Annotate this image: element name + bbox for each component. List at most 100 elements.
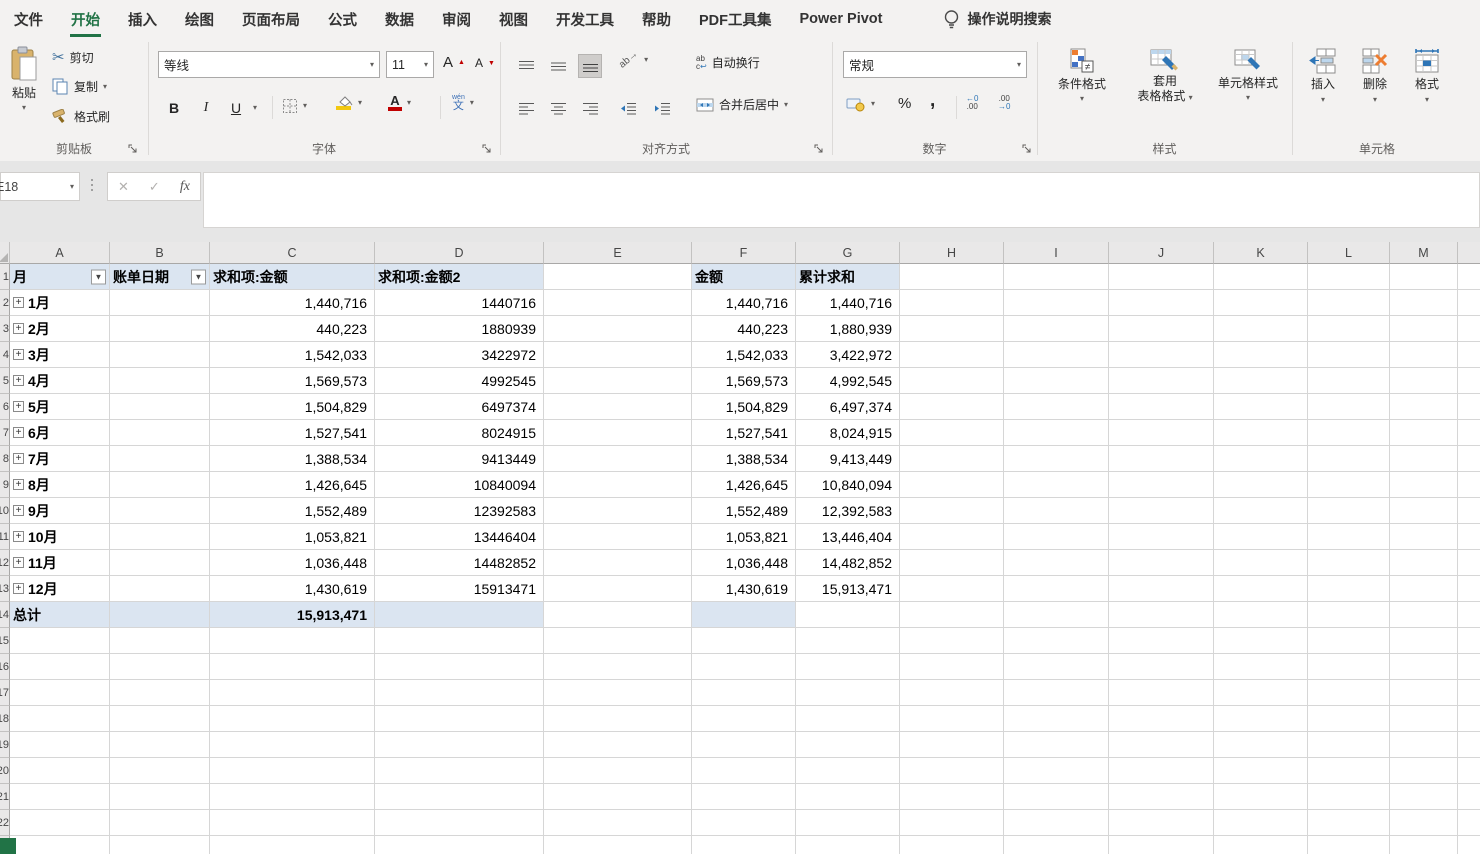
- expand-plus-icon[interactable]: +: [13, 531, 24, 542]
- cell-D8[interactable]: 9413449: [375, 446, 544, 472]
- row-header-6[interactable]: 6: [0, 394, 10, 420]
- cell-M22[interactable]: [1390, 810, 1458, 836]
- expand-plus-icon[interactable]: +: [13, 401, 24, 412]
- cell-E9[interactable]: [544, 472, 692, 498]
- cell-K18[interactable]: [1214, 706, 1308, 732]
- cell-B23[interactable]: [110, 836, 210, 854]
- cell-H12[interactable]: [900, 550, 1004, 576]
- cell-E13[interactable]: [544, 576, 692, 602]
- increase-font-button[interactable]: A▲: [443, 54, 465, 71]
- cell-M13[interactable]: [1390, 576, 1458, 602]
- cell-K19[interactable]: [1214, 732, 1308, 758]
- expand-plus-icon[interactable]: +: [13, 453, 24, 464]
- cell-L13[interactable]: [1308, 576, 1390, 602]
- cell-L14[interactable]: [1308, 602, 1390, 628]
- cell-D12[interactable]: 14482852: [375, 550, 544, 576]
- cell-D6[interactable]: 6497374: [375, 394, 544, 420]
- cell-L16[interactable]: [1308, 654, 1390, 680]
- cell-L8[interactable]: [1308, 446, 1390, 472]
- cell-A18[interactable]: [10, 706, 110, 732]
- cell-D14[interactable]: [375, 602, 544, 628]
- cell-H6[interactable]: [900, 394, 1004, 420]
- cell-C21[interactable]: [210, 784, 375, 810]
- cell-J15[interactable]: [1109, 628, 1214, 654]
- cell-F13[interactable]: 1,430,619: [692, 576, 796, 602]
- cell-D2[interactable]: 1440716: [375, 290, 544, 316]
- cell-G6[interactable]: 6,497,374: [796, 394, 900, 420]
- row-header-8[interactable]: 8: [0, 446, 10, 472]
- cell-L9[interactable]: [1308, 472, 1390, 498]
- cell-K15[interactable]: [1214, 628, 1308, 654]
- cell-E5[interactable]: [544, 368, 692, 394]
- cell-L5[interactable]: [1308, 368, 1390, 394]
- align-middle-button[interactable]: [546, 54, 570, 78]
- cell-J11[interactable]: [1109, 524, 1214, 550]
- cell-partial-20[interactable]: [1458, 758, 1480, 784]
- cell-L12[interactable]: [1308, 550, 1390, 576]
- accounting-format-button[interactable]: ▾: [846, 96, 875, 112]
- cell-partial-22[interactable]: [1458, 810, 1480, 836]
- increase-decimal-button[interactable]: ←0.00: [966, 95, 978, 111]
- cell-M16[interactable]: [1390, 654, 1458, 680]
- number-dialog-launcher-icon[interactable]: [1022, 144, 1032, 154]
- cell-L2[interactable]: [1308, 290, 1390, 316]
- column-header-K[interactable]: K: [1214, 242, 1308, 264]
- cell-C19[interactable]: [210, 732, 375, 758]
- cell-M9[interactable]: [1390, 472, 1458, 498]
- cell-D3[interactable]: 1880939: [375, 316, 544, 342]
- cell-partial-3[interactable]: [1458, 316, 1480, 342]
- row-header-11[interactable]: 11: [0, 524, 10, 550]
- cell-A23[interactable]: [10, 836, 110, 854]
- cell-L3[interactable]: [1308, 316, 1390, 342]
- cell-E18[interactable]: [544, 706, 692, 732]
- cell-H16[interactable]: [900, 654, 1004, 680]
- cell-I2[interactable]: [1004, 290, 1109, 316]
- cell-partial-18[interactable]: [1458, 706, 1480, 732]
- cell-J17[interactable]: [1109, 680, 1214, 706]
- cell-F22[interactable]: [692, 810, 796, 836]
- tell-me-search[interactable]: 操作说明搜索: [943, 0, 1052, 38]
- cell-A12[interactable]: +11月: [10, 550, 110, 576]
- cell-M8[interactable]: [1390, 446, 1458, 472]
- cell-L17[interactable]: [1308, 680, 1390, 706]
- cell-J21[interactable]: [1109, 784, 1214, 810]
- cell-B18[interactable]: [110, 706, 210, 732]
- cell-C11[interactable]: 1,053,821: [210, 524, 375, 550]
- cell-partial-14[interactable]: [1458, 602, 1480, 628]
- font-dialog-launcher-icon[interactable]: [482, 144, 492, 154]
- cell-G1[interactable]: 累计求和: [796, 264, 900, 290]
- cell-G7[interactable]: 8,024,915: [796, 420, 900, 446]
- cell-partial-12[interactable]: [1458, 550, 1480, 576]
- cell-A9[interactable]: +8月: [10, 472, 110, 498]
- column-header-B[interactable]: B: [110, 242, 210, 264]
- cell-M4[interactable]: [1390, 342, 1458, 368]
- cell-J5[interactable]: [1109, 368, 1214, 394]
- cell-E21[interactable]: [544, 784, 692, 810]
- cell-M3[interactable]: [1390, 316, 1458, 342]
- formula-bar-resize-handle[interactable]: [91, 179, 93, 191]
- font-color-button[interactable]: A ▾: [388, 94, 411, 111]
- cell-B5[interactable]: [110, 368, 210, 394]
- cell-J3[interactable]: [1109, 316, 1214, 342]
- cell-H10[interactable]: [900, 498, 1004, 524]
- cell-J23[interactable]: [1109, 836, 1214, 854]
- cell-M17[interactable]: [1390, 680, 1458, 706]
- cell-M11[interactable]: [1390, 524, 1458, 550]
- cell-J16[interactable]: [1109, 654, 1214, 680]
- cell-L19[interactable]: [1308, 732, 1390, 758]
- copy-button[interactable]: 复制 ▾: [52, 78, 107, 95]
- row-header-5[interactable]: 5: [0, 368, 10, 394]
- cell-F15[interactable]: [692, 628, 796, 654]
- font-name-select[interactable]: 等线 ▾: [158, 51, 380, 78]
- fill-color-button[interactable]: ▾: [336, 95, 362, 110]
- cell-J4[interactable]: [1109, 342, 1214, 368]
- row-header-4[interactable]: 4: [0, 342, 10, 368]
- cell-F7[interactable]: 1,527,541: [692, 420, 796, 446]
- cell-K14[interactable]: [1214, 602, 1308, 628]
- cell-G11[interactable]: 13,446,404: [796, 524, 900, 550]
- cell-C3[interactable]: 440,223: [210, 316, 375, 342]
- number-format-select[interactable]: 常规 ▾: [843, 51, 1027, 78]
- cell-H8[interactable]: [900, 446, 1004, 472]
- cell-B15[interactable]: [110, 628, 210, 654]
- cell-E16[interactable]: [544, 654, 692, 680]
